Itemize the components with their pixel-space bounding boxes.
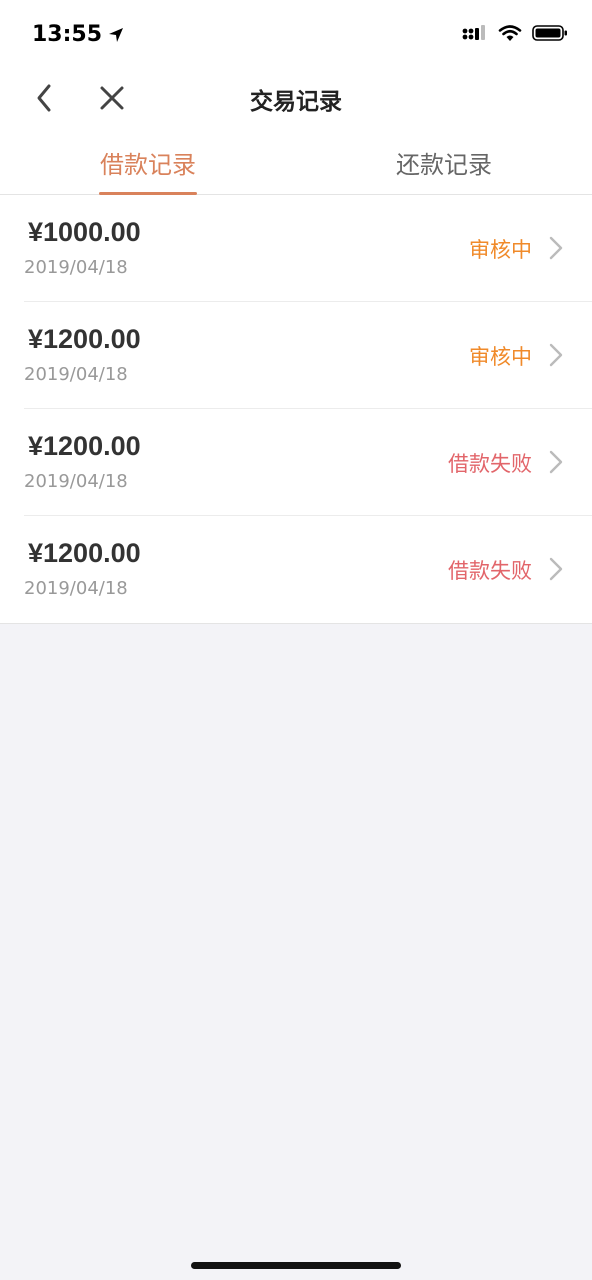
status-icons [462, 24, 568, 42]
record-amount: ¥1200.00 [28, 431, 141, 461]
chevron-right-icon [549, 557, 563, 581]
record-status: 借款失败 [448, 559, 532, 583]
page-title: 交易记录 [250, 89, 342, 115]
records-list: ¥1000.00 2019/04/18 审核中 ¥1200.00 2019/04… [0, 195, 592, 624]
header: 13:55 交易记录 借款记录 还款记录 [0, 0, 592, 195]
tab-label: 还款记录 [396, 151, 492, 179]
nav-bar: 交易记录 [0, 70, 592, 125]
tab-bar: 借款记录 还款记录 [0, 125, 592, 195]
record-amount: ¥1200.00 [28, 324, 141, 354]
list-item[interactable]: ¥1000.00 2019/04/18 审核中 [24, 195, 592, 302]
record-date: 2019/04/18 [24, 578, 128, 599]
record-status: 审核中 [469, 238, 532, 262]
record-status: 借款失败 [448, 452, 532, 476]
list-item[interactable]: ¥1200.00 2019/04/18 审核中 [24, 302, 592, 409]
tab-repayment-records[interactable]: 还款记录 [296, 125, 592, 194]
time-text: 13:55 [32, 22, 103, 47]
tab-loan-records[interactable]: 借款记录 [0, 125, 296, 194]
record-date: 2019/04/18 [24, 257, 128, 278]
location-arrow-icon [109, 27, 124, 42]
tab-label: 借款记录 [100, 151, 196, 179]
record-amount: ¥1000.00 [28, 217, 141, 247]
list-item[interactable]: ¥1200.00 2019/04/18 借款失败 [24, 516, 592, 623]
home-indicator[interactable] [191, 1262, 401, 1269]
record-date: 2019/04/18 [24, 364, 128, 385]
record-date: 2019/04/18 [24, 471, 128, 492]
chevron-right-icon [549, 343, 563, 367]
status-bar: 13:55 [0, 0, 592, 70]
record-status: 审核中 [469, 345, 532, 369]
status-time: 13:55 [32, 22, 124, 47]
chevron-right-icon [549, 236, 563, 260]
signal-icon [462, 25, 485, 40]
list-item[interactable]: ¥1200.00 2019/04/18 借款失败 [24, 409, 592, 516]
chevron-right-icon [549, 450, 563, 474]
wifi-icon [498, 25, 522, 41]
record-amount: ¥1200.00 [28, 538, 141, 568]
battery-icon [532, 25, 567, 41]
